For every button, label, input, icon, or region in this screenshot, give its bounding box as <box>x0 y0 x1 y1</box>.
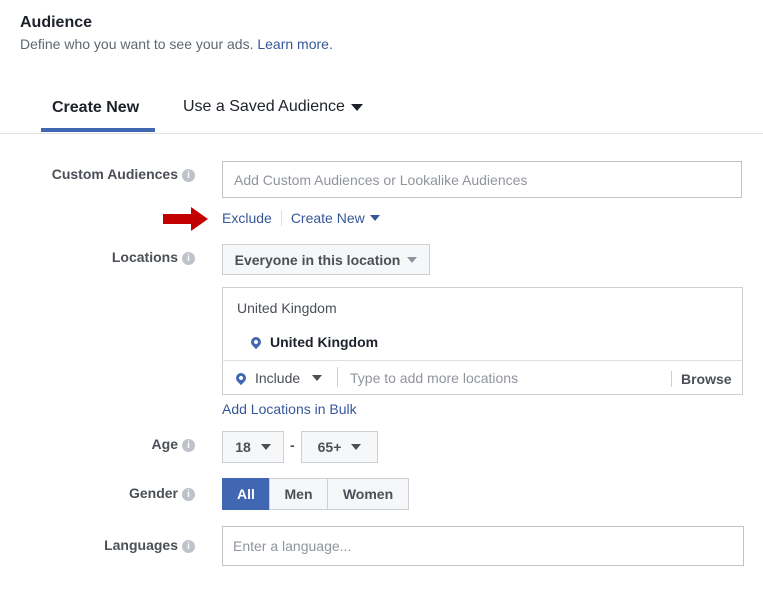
info-icon[interactable]: i <box>182 169 195 182</box>
chevron-down-icon <box>312 375 323 381</box>
add-locations-bulk-link[interactable]: Add Locations in Bulk <box>222 401 357 417</box>
active-tab-indicator <box>41 128 155 132</box>
gender-label-text: Gender <box>128 485 178 501</box>
age-separator: - <box>290 437 295 453</box>
location-search-input[interactable]: Type to add more locations <box>350 370 518 386</box>
custom-audiences-input[interactable]: Add Custom Audiences or Lookalike Audien… <box>222 161 742 198</box>
tab-use-saved-audience[interactable]: Use a Saved Audience <box>183 98 363 116</box>
exclude-link[interactable]: Exclude <box>222 210 272 226</box>
language-placeholder: Enter a language... <box>233 538 352 554</box>
learn-more-link[interactable]: Learn more. <box>257 36 332 52</box>
create-new-link[interactable]: Create New <box>291 210 365 226</box>
languages-label: Languages i <box>0 537 195 553</box>
chevron-down-icon <box>260 444 271 450</box>
section-title: Audience <box>20 14 93 31</box>
info-icon[interactable]: i <box>182 252 195 265</box>
locations-label-text: Locations <box>111 249 178 265</box>
age-max-value: 65+ <box>317 439 342 455</box>
action-divider <box>280 210 282 226</box>
tab-create-new[interactable]: Create New <box>52 99 139 117</box>
tab-divider <box>0 133 763 134</box>
custom-audiences-label-text: Custom Audiences <box>51 166 178 182</box>
chevron-down-icon <box>350 103 363 111</box>
selected-location[interactable]: United Kingdom <box>248 334 379 350</box>
age-label: Age i <box>0 436 195 452</box>
age-max-dropdown[interactable]: 65+ <box>301 431 378 463</box>
chevron-down-icon <box>369 215 380 221</box>
language-input[interactable]: Enter a language... <box>222 526 744 566</box>
gender-option-women[interactable]: Women <box>327 478 409 510</box>
section-subtitle: Define who you want to see your ads. Lea… <box>20 36 333 52</box>
custom-audiences-label: Custom Audiences i <box>0 166 195 182</box>
locations-label: Locations i <box>0 249 195 265</box>
languages-label-text: Languages <box>104 537 178 553</box>
chevron-down-icon <box>407 256 418 263</box>
search-divider <box>337 367 338 387</box>
include-label: Include <box>255 370 301 386</box>
gender-option-all[interactable]: All <box>222 478 270 510</box>
custom-audiences-actions: Exclude Create New <box>222 210 380 226</box>
age-min-dropdown[interactable]: 18 <box>222 431 284 463</box>
location-pin-icon <box>233 370 249 386</box>
custom-audiences-placeholder: Add Custom Audiences or Lookalike Audien… <box>234 171 528 188</box>
subtitle-text: Define who you want to see your ads. <box>20 36 254 52</box>
info-icon[interactable]: i <box>182 540 195 553</box>
browse-button[interactable]: Browse <box>681 371 732 387</box>
age-label-text: Age <box>151 436 178 452</box>
tab-saved-audience-label: Use a Saved Audience <box>183 98 345 115</box>
gender-option-men[interactable]: Men <box>269 478 328 510</box>
info-icon[interactable]: i <box>182 488 195 501</box>
location-type-label: Everyone in this location <box>234 251 401 268</box>
red-arrow-icon <box>163 207 208 231</box>
location-pin-icon <box>248 334 264 350</box>
chevron-down-icon <box>351 444 362 450</box>
info-icon[interactable]: i <box>182 439 195 452</box>
age-min-value: 18 <box>235 439 251 455</box>
browse-divider <box>671 371 672 387</box>
gender-label: Gender i <box>0 485 195 501</box>
location-type-dropdown[interactable]: Everyone in this location <box>222 244 430 275</box>
selected-location-label: United Kingdom <box>270 334 379 350</box>
include-dropdown[interactable]: Include <box>233 370 323 386</box>
country-header: United Kingdom <box>237 300 337 316</box>
